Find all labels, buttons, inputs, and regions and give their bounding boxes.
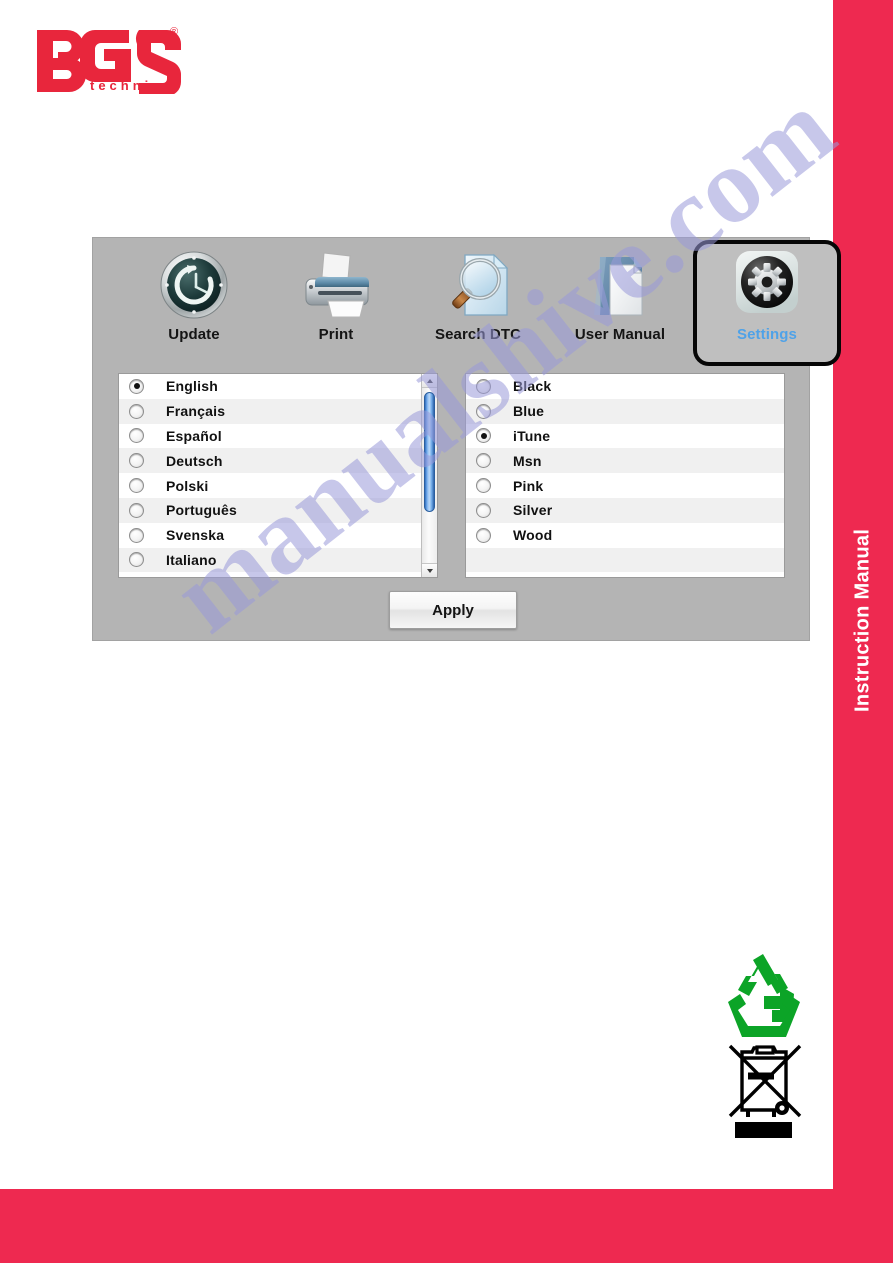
list-item-label: Pink	[513, 477, 544, 494]
language-scrollbar[interactable]	[421, 374, 437, 577]
list-item-label: Italiano	[166, 551, 217, 568]
list-item-empty	[466, 547, 784, 573]
radio-language-deutsch[interactable]	[129, 453, 144, 469]
list-item-label: Blue	[513, 403, 545, 420]
radio-theme-msn[interactable]	[476, 453, 491, 469]
toolbar-label-search-dtc: Search DTC	[434, 326, 522, 343]
gear-icon	[729, 244, 805, 324]
radio-theme-black[interactable]	[476, 378, 491, 394]
toolbar-label-user-manual: User Manual	[574, 326, 666, 343]
chevron-down-icon	[426, 568, 433, 573]
apply-button[interactable]: Apply	[389, 591, 517, 629]
list-item[interactable]: Black	[466, 374, 784, 399]
list-item-label: Black	[513, 378, 552, 395]
bgs-logo: ® technic	[33, 22, 183, 94]
list-item[interactable]: Polski	[119, 473, 421, 498]
radio-language-polski[interactable]	[129, 478, 144, 494]
list-item[interactable]: Français	[119, 398, 421, 424]
scrollbar-thumb[interactable]	[424, 392, 435, 512]
list-item[interactable]: iTune	[466, 423, 784, 449]
toolbar-button-print[interactable]: Print	[271, 246, 401, 360]
logo-subtext: technic	[90, 78, 164, 93]
radio-theme-silver[interactable]	[476, 502, 491, 518]
toolbar-button-search-dtc[interactable]: Search DTC	[413, 246, 543, 360]
crossed-out-wheelie-bin-icon	[728, 1044, 802, 1118]
radio-language-espanol[interactable]	[129, 428, 144, 444]
radio-language-italiano[interactable]	[129, 552, 144, 568]
list-item[interactable]: Pink	[466, 473, 784, 498]
toolbar-button-settings[interactable]: Settings	[693, 240, 841, 366]
toolbar-button-update[interactable]: Update	[129, 246, 259, 360]
scrollbar-up-button[interactable]	[422, 374, 437, 388]
list-item[interactable]: Deutsch	[119, 448, 421, 474]
list-item[interactable]: Italiano	[119, 547, 421, 573]
radio-language-portugues[interactable]	[129, 502, 144, 518]
eco-symbols	[722, 950, 806, 1140]
list-item-label: iTune	[513, 427, 551, 444]
language-rows: English Français Español Deutsch Polski	[119, 374, 421, 577]
list-item-label: Silver	[513, 502, 553, 519]
bgs-logo-mark: ® technic	[37, 26, 182, 94]
radio-theme-itune[interactable]	[476, 428, 491, 444]
list-item-label: Deutsch	[166, 452, 223, 469]
app-toolbar: Update Print Search DTC User Manual Sett…	[93, 238, 841, 368]
list-item[interactable]: Português	[119, 497, 421, 523]
radio-theme-blue[interactable]	[476, 403, 491, 419]
weee-solid-bar	[735, 1122, 792, 1138]
page-root: ® technic Instruction Manual Update Prin…	[0, 0, 893, 1263]
scrollbar-down-button[interactable]	[422, 563, 437, 577]
theme-rows: Black Blue iTune Msn Pink Silver Wood	[466, 374, 784, 577]
toolbar-label-settings: Settings	[737, 326, 797, 343]
update-clock-icon	[158, 246, 230, 324]
list-item-label: Wood	[513, 527, 553, 544]
magnifier-doc-icon	[441, 246, 515, 324]
list-item[interactable]: English	[119, 374, 421, 399]
radio-language-english[interactable]	[129, 378, 144, 394]
list-item-label: Français	[166, 403, 226, 420]
radio-theme-pink[interactable]	[476, 478, 491, 494]
footer-red-bar	[0, 1189, 893, 1263]
list-item-label: Svenska	[166, 527, 225, 544]
list-item[interactable]: Español	[119, 423, 421, 449]
toolbar-button-user-manual[interactable]: User Manual	[555, 246, 685, 360]
theme-list-panel[interactable]: Black Blue iTune Msn Pink Silver Wood	[465, 373, 785, 578]
list-item-label: Português	[166, 502, 238, 519]
diagnostic-app-window: Update Print Search DTC User Manual Sett…	[93, 238, 841, 640]
list-item-label: Msn	[513, 452, 542, 469]
radio-theme-wood[interactable]	[476, 527, 491, 543]
recycling-arrows-icon	[728, 954, 800, 1037]
list-item-label: Polski	[166, 477, 209, 494]
chevron-up-icon	[426, 378, 433, 383]
language-list-panel[interactable]: English Français Español Deutsch Polski	[118, 373, 438, 578]
toolbar-label-print: Print	[318, 326, 354, 343]
manual-folder-icon	[582, 246, 658, 324]
list-item-label: Español	[166, 427, 222, 444]
list-item[interactable]: Svenska	[119, 522, 421, 548]
printer-icon	[298, 246, 374, 324]
toolbar-label-update: Update	[168, 326, 220, 343]
registered-mark: ®	[170, 26, 178, 38]
list-item-label: English	[166, 378, 218, 395]
instruction-manual-label: Instruction Manual	[851, 528, 874, 712]
list-item[interactable]: Silver	[466, 497, 784, 523]
list-item[interactable]: Msn	[466, 448, 784, 474]
radio-language-svenska[interactable]	[129, 527, 144, 543]
list-item[interactable]: Wood	[466, 522, 784, 548]
list-item[interactable]: Blue	[466, 398, 784, 424]
radio-language-francais[interactable]	[129, 403, 144, 419]
